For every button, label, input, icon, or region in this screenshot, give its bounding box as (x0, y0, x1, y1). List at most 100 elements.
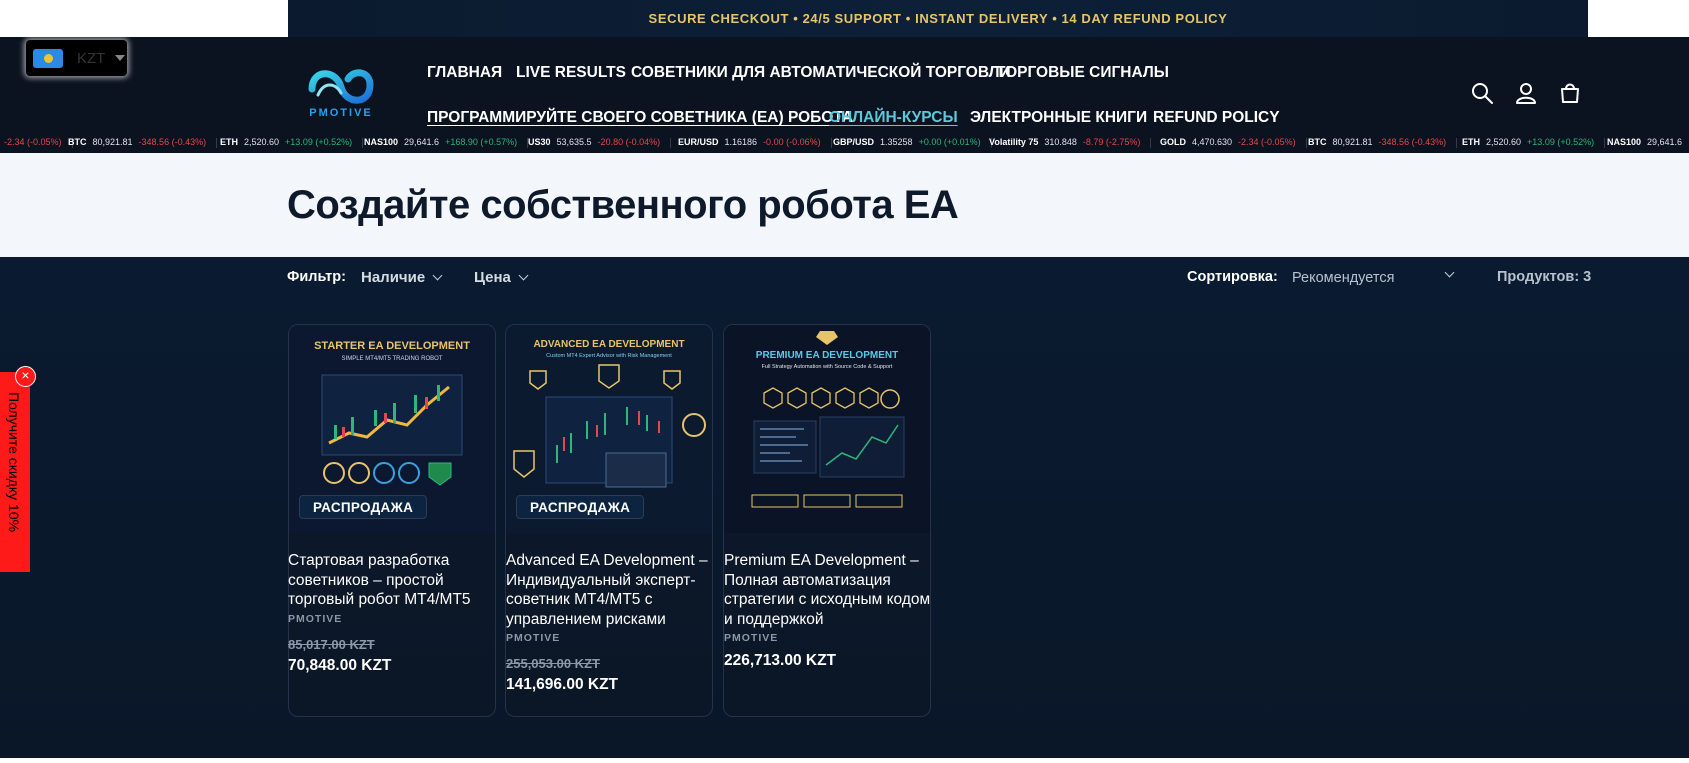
ticker-change: +168.90 (+0.57%) (445, 137, 518, 147)
ticker-price: 310.848 (1044, 137, 1077, 147)
collection-header: Создайте собственного робота EA (0, 153, 1689, 257)
ticker-divider (1150, 137, 1152, 148)
ticker-change: +13.09 (+0.52%) (285, 137, 353, 147)
page-root: SECURE CHECKOUT • 24/5 SUPPORT • INSTANT… (0, 0, 1689, 763)
ticker-symbol: EUR/USD (678, 137, 719, 147)
ticker-price: 29,641.6 (404, 137, 440, 147)
chevron-down-icon (432, 270, 443, 281)
ticker-price: 1.35258 (880, 137, 913, 147)
ticker-divider (216, 137, 218, 148)
market-ticker: -2.34 (-0.05%) BTC 80,921.81 -348.56 (-0.43… (0, 133, 1689, 153)
ticker-symbol: US30 (528, 137, 551, 147)
ticker-symbol: NAS100 (364, 137, 399, 147)
ticker-price: 2,520.60 (1486, 137, 1522, 147)
ticker-divider (1604, 137, 1606, 148)
announcement-bar: SECURE CHECKOUT • 24/5 SUPPORT • INSTANT… (288, 0, 1588, 37)
ticker-item: Volatility 75 310.848 -8.79 (-2.75%) (989, 137, 1152, 148)
filter-availability[interactable]: Наличие (361, 269, 443, 286)
filter-price[interactable]: Цена (474, 269, 529, 286)
ticker-change: -2.34 (-0.05%) (4, 137, 62, 147)
chevron-down-icon (518, 270, 529, 281)
ticker-change: +0.00 (+0.01%) (918, 137, 981, 147)
ticker-item: EUR/USD 1.16186 -0.00 (-0.06%) (678, 137, 832, 148)
nav-online-courses[interactable]: ОНЛАЙН-КУРСЫ (829, 109, 958, 127)
cart-icon[interactable] (1558, 81, 1582, 105)
ticker-divider (830, 137, 832, 148)
ticker-item: NAS100 29,641.6 +168.90 (+0.57%) (364, 137, 529, 148)
ticker-price: 80,921.81 (92, 137, 133, 147)
product-title[interactable]: Стартовая разработка советников – просто… (288, 551, 496, 610)
ticker-change: -348.56 (-0.43%) (1378, 137, 1447, 147)
collection-main: Фильтр: Наличие Цена Сортировка: Рекомен… (0, 257, 1689, 758)
ticker-price: 53,635.5 (556, 137, 592, 147)
nav-live-results[interactable]: LIVE RESULTS (516, 64, 626, 82)
filter-price-label: Цена (474, 269, 511, 286)
nav-ebooks[interactable]: ЭЛЕКТРОННЫЕ КНИГИ (970, 109, 1147, 127)
kazakhstan-flag-icon (33, 48, 63, 68)
product-vendor: PMOTIVE (506, 632, 561, 644)
announcement-text: SECURE CHECKOUT • 24/5 SUPPORT • INSTANT… (648, 11, 1228, 26)
nav-refund-policy[interactable]: REFUND POLICY (1153, 109, 1280, 127)
nav-program-ea[interactable]: ПРОГРАММИРУЙТЕ СВОЕГО СОВЕТНИКА (EA) РОБ… (427, 109, 853, 127)
page-title: Создайте собственного робота EA (287, 183, 959, 227)
ticker-price: 80,921.81 (1332, 137, 1373, 147)
sale-badge: РАСПРОДАЖА (516, 495, 645, 519)
product-old-price: 85,017.00 KZT (288, 637, 375, 652)
ticker-item: GOLD 4,470.630 -2.34 (-0.05%) (1160, 137, 1307, 148)
search-icon[interactable] (1470, 81, 1494, 105)
ticker-item: BTC 80,921.81 -348.56 (-0.43%) (68, 137, 218, 148)
ticker-item: ETH 2,520.60 +13.09 (+0.52%) (1462, 137, 1606, 148)
ticker-symbol: ETH (1462, 137, 1480, 147)
close-icon[interactable]: × (15, 366, 36, 387)
site-header: KZT PMOTIVE ГЛАВНАЯ LIVE RESULTS СОВЕТНИ… (0, 37, 1689, 133)
caret-down-icon (115, 55, 126, 61)
ticker-change: -0.00 (-0.06%) (763, 137, 821, 147)
ticker-symbol: NAS100 (1607, 137, 1642, 147)
nav-trading-signals[interactable]: ТОРГОВЫЕ СИГНАЛЫ (996, 64, 1169, 82)
product-old-price: 255,053.00 KZT (506, 656, 600, 671)
product-title[interactable]: Advanced EA Development – Индивидуальный… (506, 551, 714, 629)
ticker-divider (670, 137, 672, 148)
ticker-item: BTC 80,921.81 -348.56 (-0.43%) (1308, 137, 1458, 148)
sort-select[interactable]: Рекомендуется (1285, 267, 1465, 289)
ticker-symbol: ETH (220, 137, 238, 147)
sort-value: Рекомендуется (1292, 270, 1395, 286)
ticker-price: 4,470.630 (1192, 137, 1233, 147)
product-price: 226,713.00 KZT (724, 652, 837, 669)
sort-label: Сортировка: (1187, 269, 1278, 285)
account-icon[interactable] (1514, 81, 1538, 105)
ticker-symbol: GBP/USD (833, 137, 875, 147)
ticker-item: GBP/USD 1.35258 +0.00 (+0.01%) (833, 137, 992, 148)
product-vendor: PMOTIVE (288, 613, 343, 625)
product-image-title: ADVANCED EA DEVELOPMENT (533, 339, 684, 350)
product-title[interactable]: Premium EA Development – Полная автомати… (724, 551, 932, 629)
product-price: 70,848.00 KZT (288, 657, 392, 674)
product-image-subtitle: Custom MT4 Expert Advisor with Risk Mana… (546, 353, 672, 359)
page-bottom-edge (0, 758, 1689, 763)
ticker-divider (1305, 137, 1307, 148)
ticker-change: +13.09 (+0.52%) (1527, 137, 1595, 147)
ticker-symbol: GOLD (1160, 137, 1186, 147)
nav-auto-trading-advisors[interactable]: СОВЕТНИКИ ДЛЯ АВТОМАТИЧЕСКОЙ ТОРГОВЛИ (631, 64, 1011, 82)
discount-tab-label: Получите скидку 10% (6, 392, 22, 533)
ticker-symbol: Volatility 75 (989, 137, 1039, 147)
product-count: Продуктов: 3 (1497, 269, 1592, 285)
ticker-price: 1.16186 (724, 137, 758, 147)
ticker-change: -20.80 (-0.04%) (597, 137, 661, 147)
nav-home[interactable]: ГЛАВНАЯ (427, 64, 502, 82)
discount-tab[interactable]: Получите скидку 10% (0, 372, 30, 572)
currency-code: KZT (77, 49, 106, 67)
product-image-title: STARTER EA DEVELOPMENT (314, 340, 470, 352)
ticker-change: -348.56 (-0.43%) (138, 137, 207, 147)
ticker-change: -2.34 (-0.05%) (1238, 137, 1296, 147)
ticker-item: -2.34 (-0.05%) (0, 137, 73, 148)
brand-name: PMOTIVE (309, 107, 373, 119)
currency-selector[interactable]: KZT (26, 40, 127, 76)
ticker-divider (1456, 137, 1458, 148)
ticker-item: NAS100 29,641.6 (1607, 137, 1689, 148)
ticker-symbol: BTC (1308, 137, 1327, 147)
product-image[interactable]: PREMIUM EA DEVELOPMENT Full Strategy Aut… (724, 325, 930, 533)
product-image-subtitle: Full Strategy Automation with Source Cod… (762, 364, 893, 370)
ticker-item: ETH 2,520.60 +13.09 (+0.52%) (220, 137, 364, 148)
filter-availability-label: Наличие (361, 269, 426, 286)
